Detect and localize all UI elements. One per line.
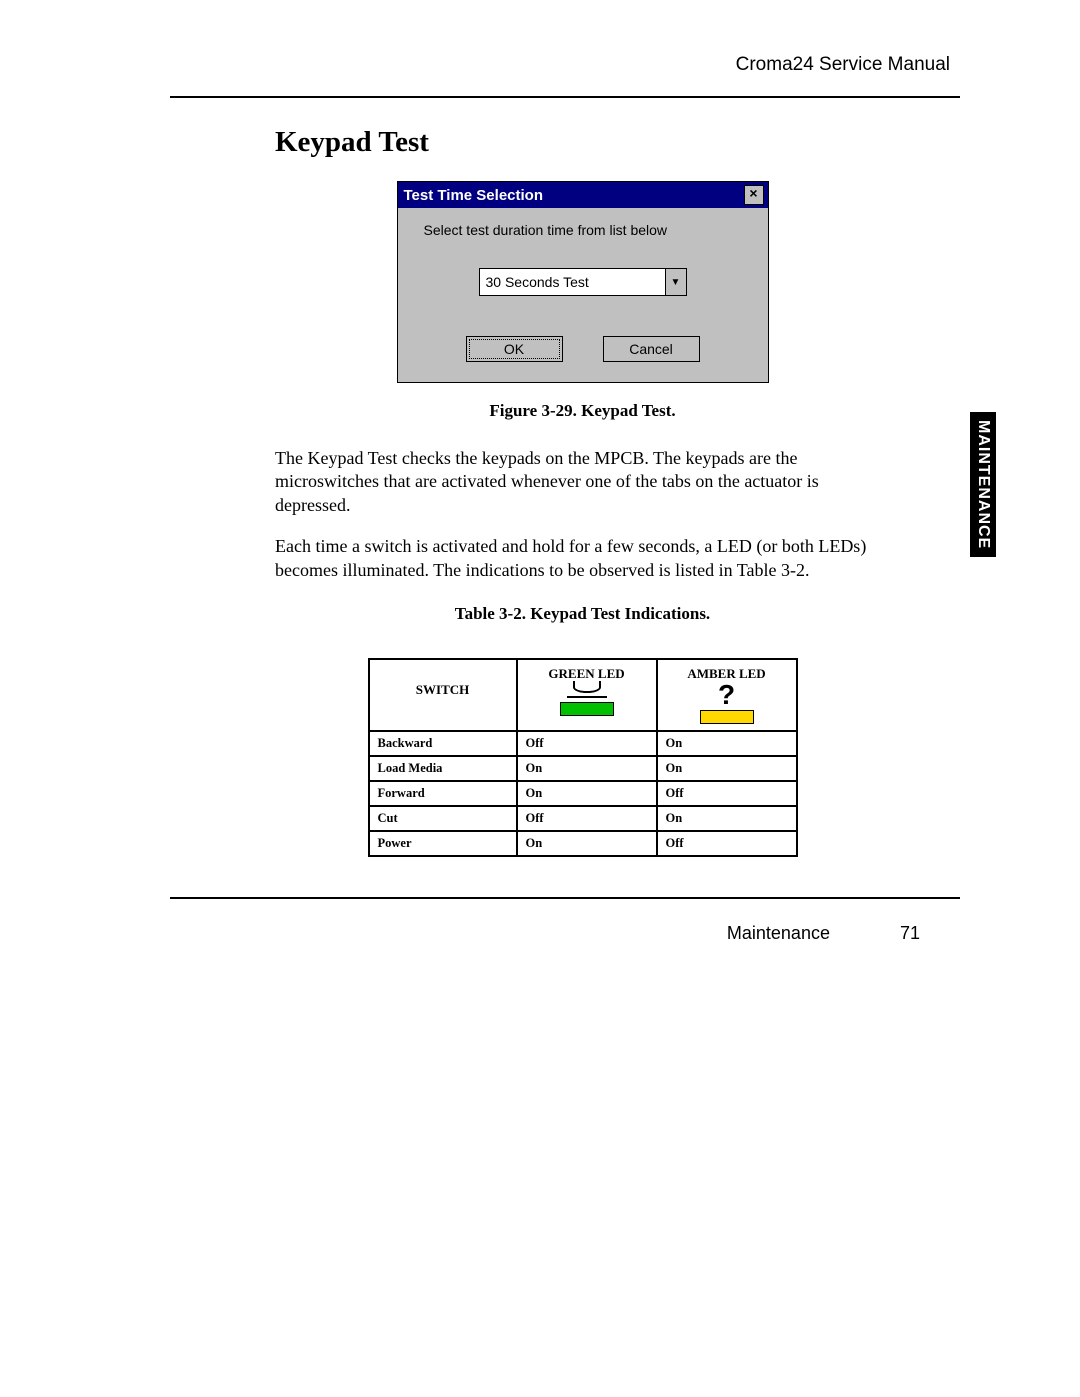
dialog-title: Test Time Selection [404,187,544,204]
cell-green: On [517,756,657,781]
table-row: Load Media On On [369,756,797,781]
cell-amber: On [657,806,797,831]
cell-switch: Power [369,831,517,856]
duration-select[interactable]: 30 Seconds Test ▼ [479,268,687,296]
col-header-amber: AMBER LED ? [657,659,797,731]
cell-green: Off [517,731,657,756]
bottom-rule [170,897,960,899]
cell-amber: Off [657,831,797,856]
amber-led-bar-icon [700,710,754,724]
paragraph-2: Each time a switch is activated and hold… [275,535,890,582]
table-row: Backward Off On [369,731,797,756]
footer-page-number: 71 [900,923,920,944]
cell-amber: On [657,756,797,781]
cell-switch: Backward [369,731,517,756]
cell-amber: Off [657,781,797,806]
dialog-instruction: Select test duration time from list belo… [416,222,750,238]
chevron-down-icon[interactable]: ▼ [665,269,686,295]
col-header-switch-label: SWITCH [416,682,469,698]
keypad-table: SWITCH GREEN LED AMBER LED ? [368,658,798,857]
section-tab-maintenance: MAINTENANCE [970,412,996,557]
page-heading: Keypad Test [275,126,890,159]
cell-green: On [517,781,657,806]
dialog-titlebar: Test Time Selection × [398,182,768,208]
cell-green: On [517,831,657,856]
cell-green: Off [517,806,657,831]
duration-select-value: 30 Seconds Test [486,274,589,290]
footer-section: Maintenance [727,923,830,944]
cell-switch: Cut [369,806,517,831]
cell-switch: Load Media [369,756,517,781]
top-rule [170,96,960,98]
question-mark-icon: ? [718,684,735,706]
table-row: Forward On Off [369,781,797,806]
col-header-green-label: GREEN LED [548,666,624,682]
close-icon[interactable]: × [744,185,764,205]
document-title: Croma24 Service Manual [170,54,960,76]
col-header-green: GREEN LED [517,659,657,731]
cell-switch: Forward [369,781,517,806]
ok-button[interactable]: OK [466,336,563,362]
table-caption: Table 3-2. Keypad Test Indications. [275,604,890,624]
col-header-switch: SWITCH [369,659,517,731]
green-led-bar-icon [560,702,614,716]
table-row: Power On Off [369,831,797,856]
figure-caption: Figure 3-29. Keypad Test. [275,401,890,421]
cell-amber: On [657,731,797,756]
cancel-button[interactable]: Cancel [603,336,700,362]
green-led-icon [567,684,607,698]
table-row: Cut Off On [369,806,797,831]
dialog-window: Test Time Selection × Select test durati… [397,181,769,383]
page-footer: Maintenance 71 [170,923,960,944]
paragraph-1: The Keypad Test checks the keypads on th… [275,447,890,517]
